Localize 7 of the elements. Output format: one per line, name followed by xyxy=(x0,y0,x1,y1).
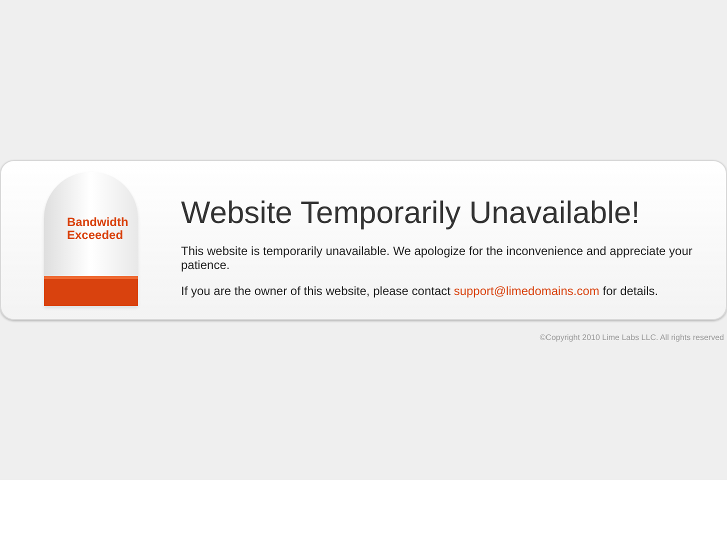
badge-label: Exceeded xyxy=(67,229,124,242)
copyright-text: ©Copyright 2010 Lime Labs LLC. All rights reserved xyxy=(540,332,724,344)
email-link[interactable]: support@limedomains.com xyxy=(454,284,600,298)
message-text: This website is temporarily unavailable. We apologize for the inconvenience and appreciate your patience. xyxy=(181,244,694,272)
page-heading: Website Temporarily Unavailable! xyxy=(181,194,641,232)
badge-label: Bandwidth xyxy=(67,216,128,229)
contact-text: If you are the owner of this website, please contact support@limedomains.com for details. xyxy=(181,284,660,298)
